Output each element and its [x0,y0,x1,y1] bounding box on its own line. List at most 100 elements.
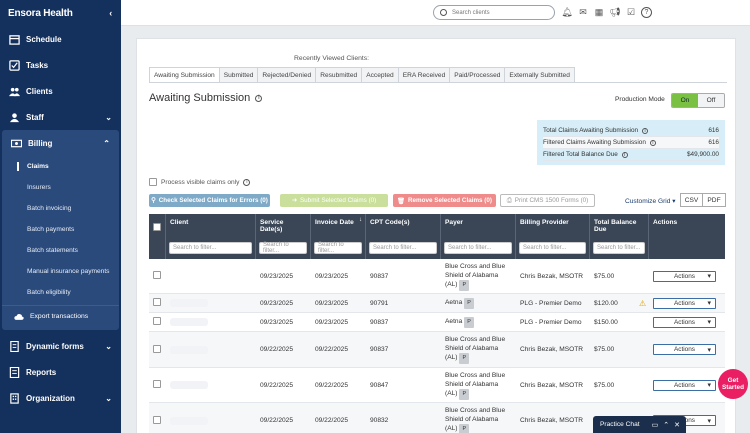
actions-dropdown[interactable]: Actions [653,344,716,355]
submit-icon: ➜ [291,197,297,204]
client-filter-input[interactable]: Search to filter... [169,242,252,254]
column-header-invoice-date[interactable]: Invoice Date ↓ Search to filter... [311,214,366,259]
subitem-label: Batch statements [27,247,78,254]
info-icon[interactable]: i [621,151,628,158]
tab-accepted[interactable]: Accepted [362,67,399,83]
mail-icon[interactable]: ✉ [577,5,589,20]
column-header-cpt[interactable]: CPT Code(s) Search to filter... [366,214,441,259]
balance-filter-input[interactable]: Search to filter... [593,242,645,254]
payer-cell: Blue Cross and Blue Shield of Alabama (A… [441,262,516,291]
tab-paid-processed[interactable]: Paid/Processed [450,67,506,83]
sidebar-item-dynamic-forms[interactable]: Dynamic forms ⌄ [0,333,121,359]
sidebar-subitem-insurers[interactable]: Insurers [2,177,119,198]
tab-rejected-denied[interactable]: Rejected/Denied [258,67,317,83]
service-date-filter-input[interactable]: Search to filter... [259,242,307,254]
help-icon[interactable]: ? [641,7,652,18]
actions-dropdown[interactable]: Actions [653,379,716,391]
sidebar-subitem-manual-insurance-payments[interactable]: Manual insurance payments [2,261,119,282]
calendar-grid-icon[interactable]: ▦ [593,5,605,20]
submit-claims-button[interactable]: ➜ Submit Selected Claims (0) [280,194,388,207]
row-checkbox[interactable] [153,298,161,306]
actions-dropdown[interactable]: ⚠ Actions [639,297,716,309]
provider-filter-input[interactable]: Search to filter... [519,242,586,254]
client-cell[interactable] [166,318,256,326]
sidebar-item-reports[interactable]: Reports [0,359,121,385]
sidebar-item-tasks[interactable]: Tasks [0,52,121,78]
sidebar-subitem-batch-eligibility[interactable]: Batch eligibility [2,282,119,303]
export-transactions-link[interactable]: Export transactions [2,305,119,327]
table-row[interactable]: 09/22/2025 09/22/2025 90837 Blue Cross and … [149,332,725,368]
select-all-checkbox[interactable] [153,223,161,231]
tabs-divider [149,82,727,83]
sidebar-subitem-batch-invoicing[interactable]: Batch invoicing [2,198,119,219]
tab-era-received[interactable]: ERA Received [398,67,451,83]
row-checkbox[interactable] [153,344,161,353]
row-checkbox[interactable] [153,380,161,388]
sidebar-subitem-batch-statements[interactable]: Batch statements [2,240,119,261]
info-icon[interactable]: i [243,178,251,186]
info-icon[interactable]: i [642,127,649,134]
tab-resubmitted[interactable]: Resubmitted [316,67,363,83]
column-header-service-date[interactable]: Service Date(s) Search to filter... [256,214,311,259]
row-checkbox[interactable] [153,317,161,325]
row-checkbox[interactable] [153,415,161,424]
sidebar-item-staff[interactable]: Staff ⌄ [0,104,121,130]
csv-button[interactable]: CSV [680,193,703,207]
production-mode-toggle[interactable]: On Off [671,93,725,108]
subitem-label: Batch eligibility [27,289,71,296]
tab-externally-submitted[interactable]: Externally Submitted [505,67,575,83]
toggle-on[interactable]: On [672,94,698,107]
sidebar-item-clients[interactable]: Clients [0,78,121,104]
tab-submitted[interactable]: Submitted [219,67,259,83]
customize-grid-dropdown[interactable]: Customize Grid ▾ [625,197,676,205]
table-row[interactable]: 09/22/2025 09/22/2025 90847 Blue Cross and … [149,368,725,403]
row-cell [149,380,166,390]
collapse-sidebar-icon[interactable]: ‹ [109,8,112,18]
info-icon[interactable]: i [255,94,263,102]
actions-dropdown[interactable]: Actions [653,270,716,282]
sidebar-subitem-claims[interactable]: Claims [2,156,119,177]
table-row[interactable]: 09/23/2025 09/23/2025 90837 Aetna P PLG - Pre… [149,313,725,332]
print-cms-button[interactable]: ⎙ Print CMS 1500 Forms (0) [500,194,595,207]
search-input[interactable]: Search clients [433,5,555,20]
row-cell [149,298,166,308]
check-claims-button[interactable]: ⚲ Check Selected Claims for Errors (0) [149,194,270,207]
table-row[interactable]: 09/23/2025 09/23/2025 90837 Blue Cross and … [149,259,725,294]
chevron-up-icon[interactable]: ⌃ [663,421,669,429]
client-cell[interactable] [166,299,256,307]
get-started-button[interactable]: Get Started [718,369,748,399]
sort-arrow-icon[interactable]: ↓ [359,217,362,223]
pdf-button[interactable]: PDF [703,193,726,207]
header-label: Actions [653,219,678,226]
column-header-client[interactable]: Client Search to filter... [166,214,256,259]
tab-awaiting-submission[interactable]: Awaiting Submission [149,67,220,83]
subitem-label: Batch payments [27,226,75,233]
invoice-date-filter-input[interactable]: Search to filter... [314,242,362,254]
actions-dropdown[interactable]: Actions [653,316,716,328]
remove-claims-button[interactable]: 🗑︎ Remove Selected Claims (0) [393,194,496,207]
row-checkbox[interactable] [153,271,161,279]
column-header-billing-provider[interactable]: Billing Provider Search to filter... [516,214,590,259]
sidebar-subitem-batch-payments[interactable]: Batch payments [2,219,119,240]
cpt-filter-input[interactable]: Search to filter... [369,242,437,254]
client-cell[interactable] [166,345,256,354]
table-row[interactable]: 09/23/2025 09/23/2025 90791 Aetna P PLG - Pre… [149,294,725,313]
megaphone-icon[interactable]: 📢︎ [609,5,621,20]
warning-icon[interactable]: ⚠ [639,299,646,308]
checklist-icon[interactable]: ☑ [625,5,637,20]
info-icon[interactable]: i [649,139,656,146]
sidebar-item-organization[interactable]: Organization ⌄ [0,385,121,411]
client-cell[interactable] [166,416,256,425]
column-header-payer[interactable]: Payer Search to filter... [441,214,516,259]
close-icon[interactable]: ✕ [674,421,680,429]
sidebar-item-billing[interactable]: Billing ⌃ [2,130,119,156]
payer-filter-input[interactable]: Search to filter... [444,242,512,254]
chat-bubble-icon[interactable]: ▭ [652,421,659,429]
toggle-off[interactable]: Off [698,94,724,107]
client-cell[interactable] [166,381,256,389]
practice-chat-bar[interactable]: Practice Chat ▭ ⌃ ✕ [593,416,686,433]
sidebar-item-schedule[interactable]: Schedule [0,26,121,52]
process-visible-checkbox[interactable] [149,178,157,186]
bell-icon[interactable]: 🔔︎ [561,5,573,20]
column-header-balance[interactable]: Total Balance Due Search to filter... [590,214,649,259]
